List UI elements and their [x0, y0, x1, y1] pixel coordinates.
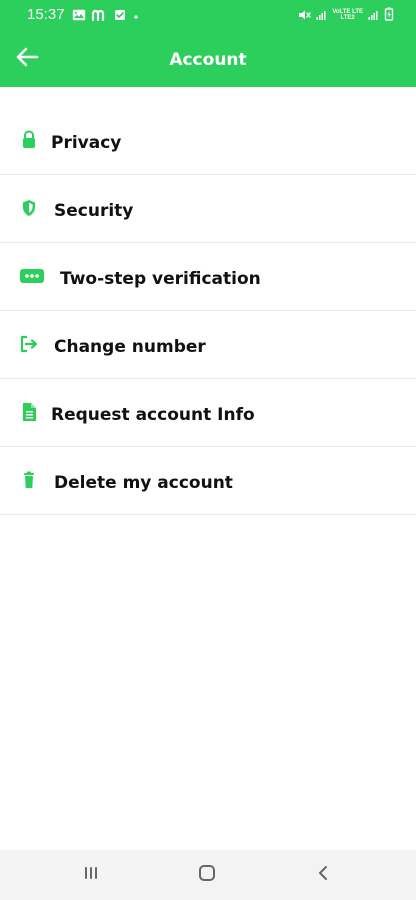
menu-item-request-account-info[interactable]: Request account Info	[0, 379, 416, 447]
m-app-icon	[91, 6, 108, 25]
menu-item-security[interactable]: Security	[0, 175, 416, 243]
volte-lte-icon: VoLTE LTE LTE2	[332, 9, 363, 21]
delete-my-account-label: Delete my account	[54, 473, 233, 493]
image-icon	[72, 6, 86, 25]
privacy-label: Privacy	[51, 133, 122, 153]
status-bar: 15:37 VoLTE LTE LTE2	[0, 0, 416, 30]
account-menu-list: Privacy Security Two-step verification C…	[0, 107, 416, 515]
trash-icon	[19, 470, 39, 490]
dot-icon	[132, 6, 140, 25]
mute-icon	[298, 6, 312, 25]
menu-item-change-number[interactable]: Change number	[0, 311, 416, 379]
back-nav-button[interactable]	[311, 863, 335, 887]
signal-icon	[316, 6, 327, 25]
battery-charging-icon	[384, 6, 394, 25]
signal-icon	[368, 6, 379, 25]
status-time: 15:37	[27, 6, 65, 23]
menu-item-delete-my-account[interactable]: Delete my account	[0, 447, 416, 515]
shield-icon	[19, 198, 39, 218]
home-icon	[198, 864, 216, 886]
recent-apps-button[interactable]	[79, 863, 103, 887]
home-button[interactable]	[195, 863, 219, 887]
request-account-info-label: Request account Info	[51, 405, 255, 425]
recent-apps-icon	[82, 864, 100, 886]
document-icon	[19, 402, 39, 422]
change-number-icon	[19, 334, 39, 354]
status-left-icons	[72, 7, 140, 23]
menu-item-privacy[interactable]: Privacy	[0, 107, 416, 175]
app-bar: Account	[0, 30, 416, 87]
menu-item-two-step-verification[interactable]: Two-step verification	[0, 243, 416, 311]
network-text-bottom: LTE2	[340, 15, 355, 21]
change-number-label: Change number	[54, 337, 206, 357]
lock-icon	[19, 130, 39, 150]
back-icon	[314, 864, 332, 886]
two-step-verification-label: Two-step verification	[60, 269, 261, 289]
header: 15:37 VoLTE LTE LTE2 Account	[0, 0, 416, 87]
system-navigation-bar	[0, 850, 416, 900]
status-right-icons: VoLTE LTE LTE2	[298, 6, 394, 24]
check-box-icon	[114, 6, 126, 25]
page-title: Account	[169, 50, 247, 70]
security-label: Security	[54, 201, 134, 221]
dots-icon	[19, 266, 45, 286]
